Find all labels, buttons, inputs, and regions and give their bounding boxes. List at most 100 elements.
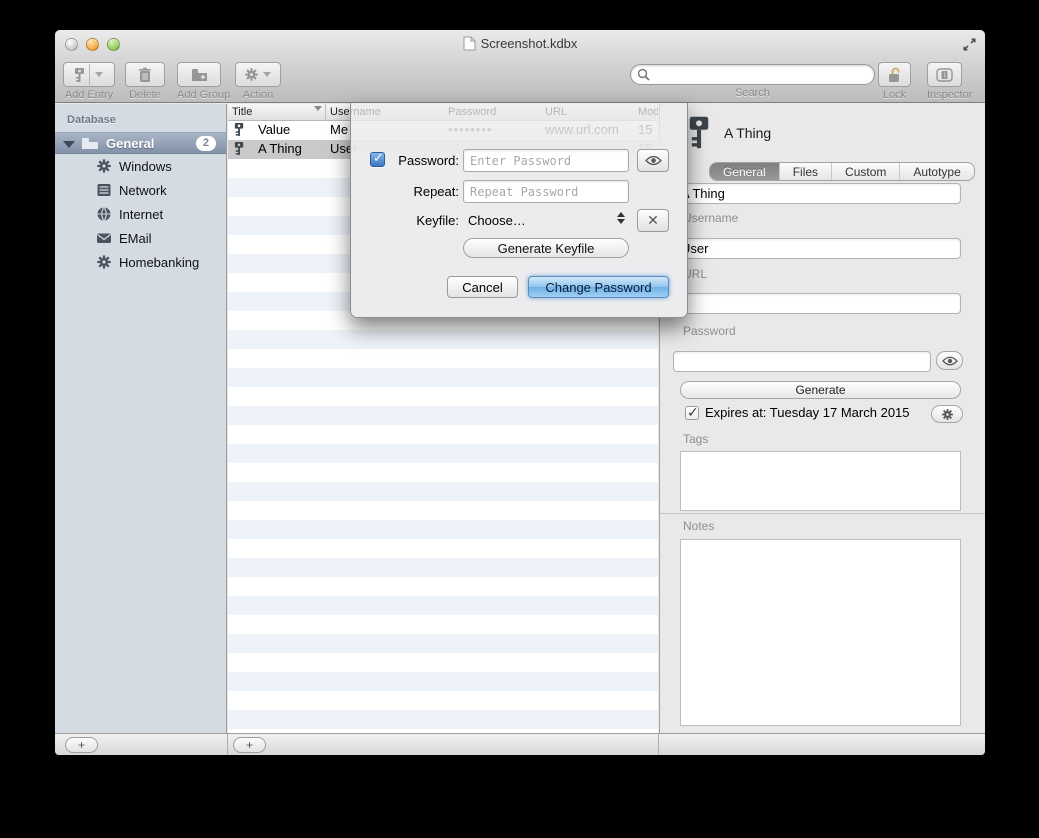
expires-label: Expires at: Tuesday 17 March 2015 <box>705 405 910 420</box>
chevron-down-icon <box>95 72 103 77</box>
server-icon <box>96 182 112 198</box>
sidebar-item-label: Internet <box>119 207 163 222</box>
sheet-keyfile-label: Keyfile: <box>351 213 459 228</box>
sort-descending-icon <box>314 106 322 111</box>
search-icon <box>637 68 650 81</box>
sidebar-item-label: Network <box>119 183 167 198</box>
disclosure-triangle-icon[interactable] <box>63 141 75 148</box>
envelope-icon <box>96 230 112 246</box>
change-password-button[interactable]: Change Password <box>528 276 669 298</box>
column-header-title[interactable]: Title <box>232 106 252 118</box>
divider <box>658 734 659 755</box>
sheet-password-input[interactable] <box>463 149 629 172</box>
generate-password-button[interactable]: Generate <box>680 381 961 399</box>
folder-icon <box>81 136 99 150</box>
eye-icon <box>645 155 662 166</box>
gear-icon <box>244 67 259 82</box>
sidebar-item-homebanking[interactable]: Homebanking <box>55 250 226 274</box>
username-field[interactable] <box>673 238 961 259</box>
inspector-panel: A Thing General Files Custom Autotype Us… <box>659 104 985 733</box>
divider <box>227 734 228 755</box>
notes-label: Notes <box>683 519 714 533</box>
gear-icon <box>96 254 112 270</box>
sidebar-item-windows[interactable]: Windows <box>55 154 226 178</box>
password-label: Password <box>683 324 736 338</box>
sidebar-item-network[interactable]: Network <box>55 178 226 202</box>
window-chrome: Screenshot.kdbx Add Entry <box>55 30 985 103</box>
inspector-entry-title: A Thing <box>724 125 771 141</box>
document-icon <box>463 36 476 51</box>
toolbar: Add Entry Delete Add Group <box>55 58 985 103</box>
key-icon <box>233 141 245 156</box>
gear-icon <box>96 158 112 174</box>
title-field[interactable] <box>673 183 961 204</box>
reveal-password-button[interactable] <box>936 351 963 370</box>
trash-icon <box>138 67 152 83</box>
bottom-bar: + + <box>55 733 985 755</box>
generate-keyfile-button[interactable]: Generate Keyfile <box>463 238 629 258</box>
sidebar: Database General 2 Windows Network <box>55 104 227 733</box>
sidebar-item-label: Windows <box>119 159 172 174</box>
folder-plus-icon <box>191 68 208 82</box>
expires-settings-button[interactable] <box>931 405 963 423</box>
entry-username: Me <box>330 122 348 137</box>
eye-icon <box>942 356 958 366</box>
key-icon <box>233 122 245 137</box>
titlebar[interactable]: Screenshot.kdbx <box>55 30 985 58</box>
search-input[interactable] <box>630 64 875 85</box>
tab-autotype[interactable]: Autotype <box>900 163 973 180</box>
key-icon <box>73 67 86 83</box>
keyfile-popup[interactable]: Choose… <box>468 213 526 228</box>
inspector-button[interactable]: i Inspector <box>927 62 972 101</box>
group-count-badge: 2 <box>196 136 216 151</box>
entry-title: Value <box>258 122 290 137</box>
column-divider[interactable] <box>325 104 326 121</box>
stepper-arrows-icon[interactable] <box>617 212 625 224</box>
info-icon: i <box>936 68 953 82</box>
lock-button[interactable]: Lock <box>878 62 911 101</box>
close-icon: ✕ <box>647 212 659 229</box>
tab-files[interactable]: Files <box>780 163 832 180</box>
search-area: Search <box>630 64 875 99</box>
fullscreen-icon[interactable] <box>962 37 977 52</box>
username-label: Username <box>683 211 738 225</box>
tab-custom[interactable]: Custom <box>832 163 900 180</box>
tab-general[interactable]: General <box>710 163 780 180</box>
gear-icon <box>941 408 954 421</box>
sheet-repeat-label: Repeat: <box>351 184 459 199</box>
chevron-down-icon <box>263 72 271 77</box>
change-password-sheet: Password: Repeat: Keyfile: Choose… ✕ Gen… <box>350 103 688 318</box>
sheet-reveal-password-button[interactable] <box>637 149 669 172</box>
sidebar-header: Database <box>55 104 226 132</box>
notes-input[interactable] <box>680 539 961 726</box>
tags-label: Tags <box>683 432 708 446</box>
sidebar-item-general[interactable]: General 2 <box>55 132 226 154</box>
add-entry-plus-button[interactable]: + <box>233 737 266 753</box>
unlock-icon <box>887 67 902 83</box>
tags-input[interactable] <box>680 451 961 511</box>
password-field[interactable] <box>673 351 931 372</box>
sidebar-item-label: Homebanking <box>119 255 199 270</box>
action-button[interactable]: Action <box>235 62 281 101</box>
inspector-tabs: General Files Custom Autotype <box>709 162 975 181</box>
key-icon <box>687 114 711 151</box>
delete-button[interactable]: Delete <box>125 62 165 101</box>
cancel-button[interactable]: Cancel <box>447 276 518 298</box>
add-entry-button[interactable]: Add Entry <box>63 62 115 101</box>
entry-title: A Thing <box>258 141 302 156</box>
section-divider <box>660 513 985 514</box>
clear-keyfile-button[interactable]: ✕ <box>637 209 669 232</box>
url-field[interactable] <box>673 293 961 314</box>
sidebar-item-internet[interactable]: Internet <box>55 202 226 226</box>
expires-checkbox[interactable] <box>685 406 699 420</box>
add-group-button[interactable]: Add Group <box>177 62 230 101</box>
expires-row: Expires at: Tuesday 17 March 2015 <box>685 405 910 420</box>
window-title: Screenshot.kdbx <box>55 36 985 51</box>
globe-icon <box>96 206 112 222</box>
add-group-plus-button[interactable]: + <box>65 737 98 753</box>
sidebar-item-label: EMail <box>119 231 152 246</box>
sidebar-item-email[interactable]: EMail <box>55 226 226 250</box>
app-window: Screenshot.kdbx Add Entry <box>55 30 985 755</box>
sheet-repeat-input[interactable] <box>463 180 629 203</box>
sidebar-item-label: General <box>106 136 154 151</box>
